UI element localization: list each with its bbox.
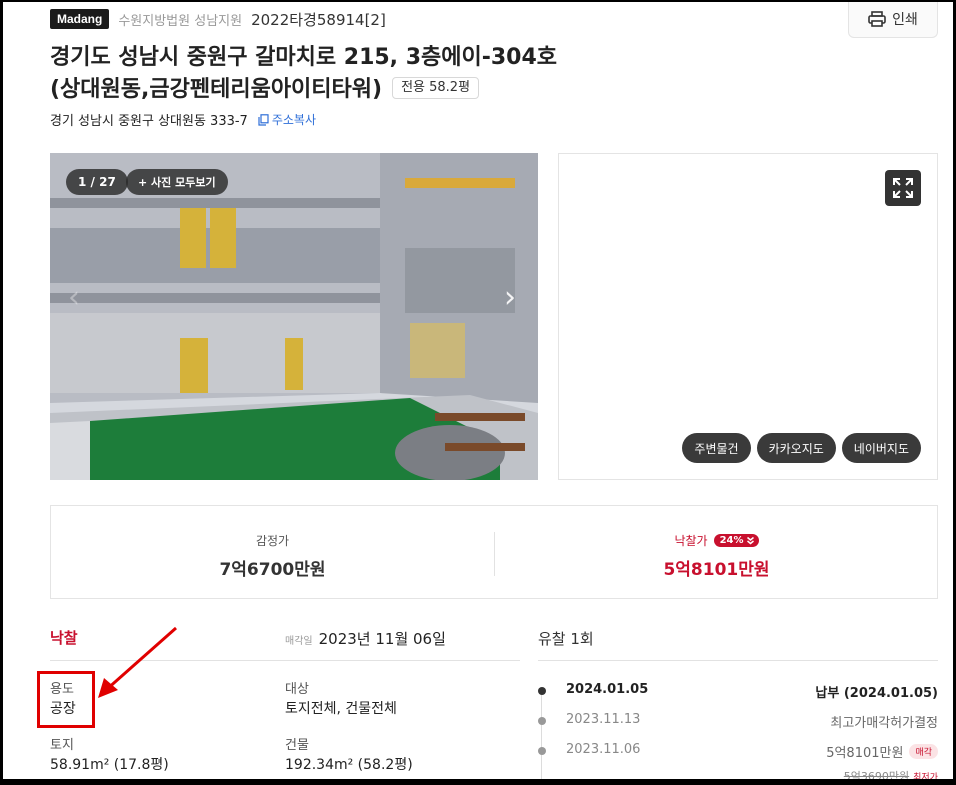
- property-title: 경기도 성남시 중원구 갈마치로 215, 3층에이-304호 (상대원동,금강…: [50, 42, 650, 106]
- copy-icon: [258, 113, 269, 126]
- history-desc-text: 납부 (2024.01.05): [815, 686, 938, 701]
- history-desc: 최고가매각허가결정: [830, 712, 938, 731]
- history-desc: 5억8101만원 매각: [826, 742, 938, 761]
- annotation-arrow-icon: [98, 626, 177, 698]
- map-buttons: 주변물건 카카오지도 네이버지도: [682, 433, 921, 463]
- naver-map-button[interactable]: 네이버지도: [841, 433, 921, 463]
- building-value: 192.34m² (58.2평): [285, 757, 413, 773]
- view-all-photos-button[interactable]: + 사진 모두보기: [126, 169, 228, 195]
- history-date: 2023.11.06: [566, 742, 641, 757]
- sale-date-label: 매각일: [285, 636, 313, 647]
- courtyard-image: [50, 153, 538, 480]
- double-chevron-down-icon: [746, 536, 754, 545]
- history-row: 2024.01.05 납부 (2024.01.05): [538, 682, 938, 702]
- nearby-listings-button[interactable]: 주변물건: [682, 433, 751, 463]
- title-line-1: 경기도 성남시 중원구 갈마치로 215, 3층에이-304호: [50, 45, 558, 70]
- sale-date-value: 2023년 11월 06일: [318, 630, 446, 648]
- minimum-price-tag: 최저가: [913, 773, 938, 783]
- next-photo-arrow-icon[interactable]: ›: [498, 279, 522, 315]
- history-row: 2023.11.13 최고가매각허가결정: [538, 712, 938, 732]
- title-line-2-wrap: (상대원동,금강펜테리움아이티타워) 전용 58.2평: [50, 74, 650, 106]
- minimum-price-row: 5억3690만원 최저가: [844, 768, 938, 784]
- appraisal-label: 감정가: [255, 534, 290, 548]
- property-photo[interactable]: 1 / 27 + 사진 모두보기 ‹ ›: [50, 153, 538, 480]
- fullscreen-expand-icon[interactable]: [885, 170, 921, 206]
- history-date: 2024.01.05: [566, 682, 649, 697]
- timeline-dot: [538, 717, 546, 725]
- history-row: 2023.11.06 5억8101만원 매각: [538, 742, 938, 762]
- area-badge: 전용 58.2평: [392, 77, 480, 99]
- court-name: 수원지방법원 성남지원: [118, 13, 243, 29]
- sold-tag: 매각: [909, 744, 938, 759]
- timeline-dot: [538, 687, 546, 695]
- madang-logo[interactable]: Madang: [50, 9, 110, 29]
- price-summary: 감정가 7억6700만원 낙찰가 24% 5억8101만원: [50, 505, 938, 599]
- land-value: 58.91m² (17.8평): [50, 757, 169, 773]
- land-label: 토지: [50, 738, 74, 753]
- discount-badge: 24%: [713, 534, 759, 547]
- target-field: 대상 토지전체, 건물전체: [285, 681, 397, 719]
- discount-percent: 24%: [719, 535, 744, 546]
- annotation-highlight-box: [37, 671, 95, 728]
- history-desc-text: 5억8101만원: [826, 746, 904, 761]
- sale-date: 매각일 2023년 11월 06일: [285, 628, 446, 649]
- printer-icon: [868, 10, 886, 27]
- winning-label: 낙찰가: [674, 534, 708, 548]
- print-label: 인쇄: [892, 11, 918, 28]
- building-label: 건물: [285, 738, 309, 753]
- copy-address-button[interactable]: 주소복사: [258, 111, 316, 128]
- winning-value: 5억8101만원: [663, 560, 770, 580]
- timeline-dot: [538, 747, 546, 755]
- copy-label: 주소복사: [271, 113, 316, 127]
- history-title: 유찰 1회: [538, 630, 594, 648]
- minimum-price-value: 5억3690만원: [843, 770, 910, 783]
- print-button[interactable]: 인쇄: [848, 0, 938, 38]
- expand-arrows-icon: [893, 178, 913, 198]
- auction-status: 낙찰: [50, 629, 78, 647]
- building-field: 건물 192.34m² (58.2평): [285, 737, 413, 775]
- history-date: 2023.11.13: [566, 712, 641, 727]
- lot-address: 경기 성남시 중원구 상대원동 333-7: [50, 114, 248, 129]
- case-number: 2022타경58914[2]: [251, 10, 386, 29]
- address-line: 경기 성남시 중원구 상대원동 333-7 주소복사: [50, 110, 316, 129]
- timeline-line: [541, 690, 542, 785]
- winning-bid-column: 낙찰가 24% 5억8101만원: [495, 506, 938, 598]
- history-desc-text: 최고가매각허가결정: [830, 716, 938, 731]
- land-field: 토지 58.91m² (17.8평): [50, 737, 169, 775]
- target-value: 토지전체, 건물전체: [285, 701, 397, 717]
- appraisal-column: 감정가 7억6700만원: [51, 506, 494, 598]
- title-line-2: (상대원동,금강펜테리움아이티타워): [50, 77, 383, 102]
- appraisal-value: 7억6700만원: [219, 560, 326, 580]
- photo-counter: 1 / 27: [66, 169, 128, 195]
- history-divider: [538, 660, 938, 661]
- target-label: 대상: [285, 682, 309, 697]
- case-header: Madang 수원지방법원 성남지원 2022타경58914[2]: [50, 8, 386, 30]
- kakao-map-button[interactable]: 카카오지도: [756, 433, 836, 463]
- prev-photo-arrow-icon[interactable]: ‹: [62, 279, 86, 315]
- map-panel[interactable]: 주변물건 카카오지도 네이버지도: [558, 153, 938, 480]
- history-desc: 납부 (2024.01.05): [815, 682, 938, 701]
- winning-label-row: 낙찰가 24%: [495, 532, 938, 549]
